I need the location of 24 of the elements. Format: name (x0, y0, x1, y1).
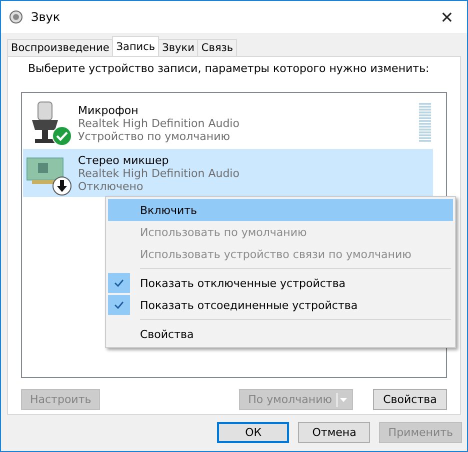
menu-item[interactable]: Показать отключенные устройства (108, 272, 453, 294)
dialog-button[interactable]: Отмена (298, 422, 370, 443)
properties-button[interactable]: Свойства (373, 389, 447, 410)
menu-item[interactable]: Свойства (108, 323, 453, 345)
device-status: Отключено (78, 180, 144, 192)
device-status: Устройство по умолчанию (78, 130, 232, 142)
caret-icon (336, 390, 350, 408)
device-driver: Realtek High Definition Audio (78, 166, 240, 180)
level-meter-icon (419, 103, 431, 143)
tab[interactable]: Звуки (158, 39, 198, 56)
window-title: Звук (31, 10, 62, 24)
tab[interactable]: Связь (197, 39, 238, 56)
speaker-icon (9, 10, 23, 24)
device-item[interactable]: Микрофон Realtek High Definition Audio Устройство по умолчанию (23, 99, 433, 147)
instruction-text: Выберите устройство записи, параметры которого нужно изменить: (28, 62, 430, 75)
device-driver: Realtek High Definition Audio (78, 116, 240, 130)
device-name: Стерео микшер (78, 154, 170, 166)
menu-item[interactable]: Показать отсоединенные устройства (108, 294, 453, 316)
dialog-button[interactable]: ОК (217, 422, 290, 443)
menu-item[interactable]: Включить (108, 199, 453, 221)
close-button[interactable]: ✕ (427, 1, 467, 33)
tab[interactable]: Воспроизведение (7, 39, 114, 56)
tab[interactable]: Запись (112, 36, 160, 56)
device-name: Микрофон (78, 104, 140, 116)
